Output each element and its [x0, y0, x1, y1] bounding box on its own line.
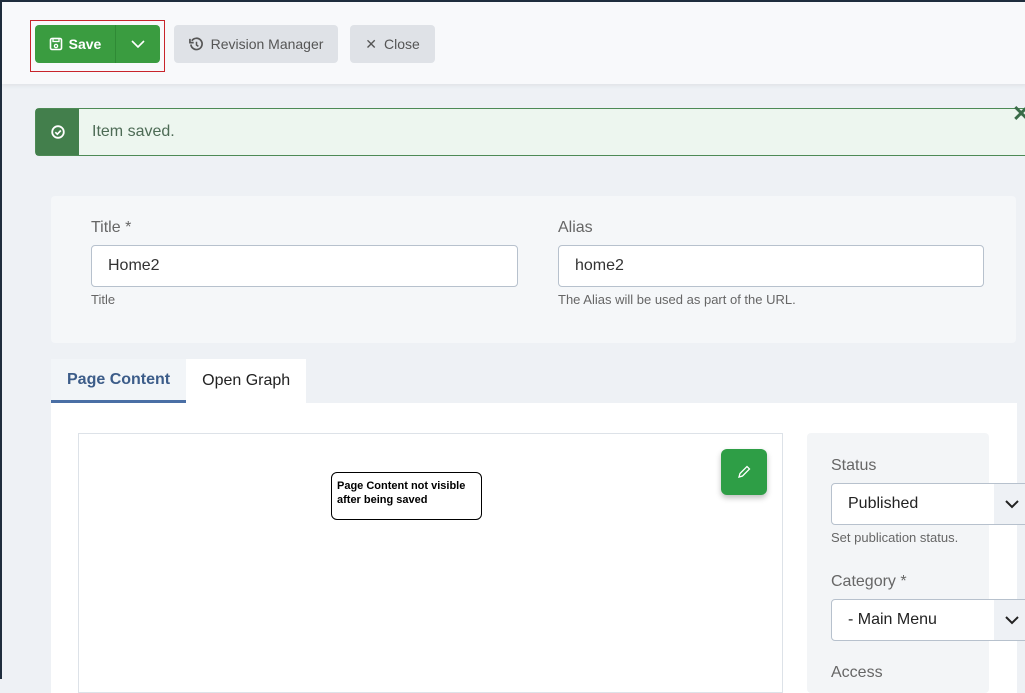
alert-message: Item saved. [92, 123, 175, 140]
save-button[interactable]: Save [35, 25, 116, 63]
category-value: - Main Menu [848, 611, 937, 628]
alert-close-icon[interactable]: ✕ [1012, 101, 1025, 127]
pencil-icon [738, 465, 751, 478]
close-button[interactable]: ✕ Close [350, 25, 435, 63]
revision-manager-button[interactable]: Revision Manager [174, 25, 338, 63]
save-button-group: Save [35, 25, 160, 63]
alias-help: The Alias will be used as part of the UR… [558, 292, 796, 307]
title-input[interactable]: Home2 [91, 245, 518, 287]
access-label: Access [831, 664, 883, 681]
history-icon [188, 36, 203, 50]
close-label: Close [383, 36, 420, 52]
category-select[interactable]: - Main Menu [831, 599, 1025, 641]
title-label: Title * [91, 219, 132, 236]
save-label: Save [68, 36, 102, 52]
alias-input[interactable]: home2 [558, 245, 984, 287]
category-label: Category * [831, 573, 907, 590]
edit-button[interactable] [721, 449, 767, 495]
tab-open-graph[interactable]: Open Graph [186, 359, 307, 403]
save-dropdown-button[interactable] [116, 25, 160, 63]
tab-bar: Page Content Open Graph [51, 359, 307, 403]
title-help: Title [91, 292, 116, 307]
chevron-down-icon [994, 600, 1025, 640]
tab-page-content[interactable]: Page Content [51, 359, 187, 403]
success-alert: Item saved. [35, 108, 1025, 156]
revision-manager-label: Revision Manager [210, 36, 324, 52]
alias-label: Alias [558, 219, 593, 236]
status-select[interactable]: Published [831, 483, 1025, 525]
annotation-callout: Page Content not visible after being sav… [331, 472, 482, 520]
status-label: Status [831, 457, 877, 474]
save-icon [49, 37, 62, 51]
status-value: Published [848, 495, 919, 512]
close-icon: ✕ [365, 35, 377, 52]
chevron-down-icon [131, 40, 145, 48]
chevron-down-icon [994, 484, 1025, 524]
status-help: Set publication status. [831, 530, 959, 545]
check-circle-icon [36, 109, 79, 155]
